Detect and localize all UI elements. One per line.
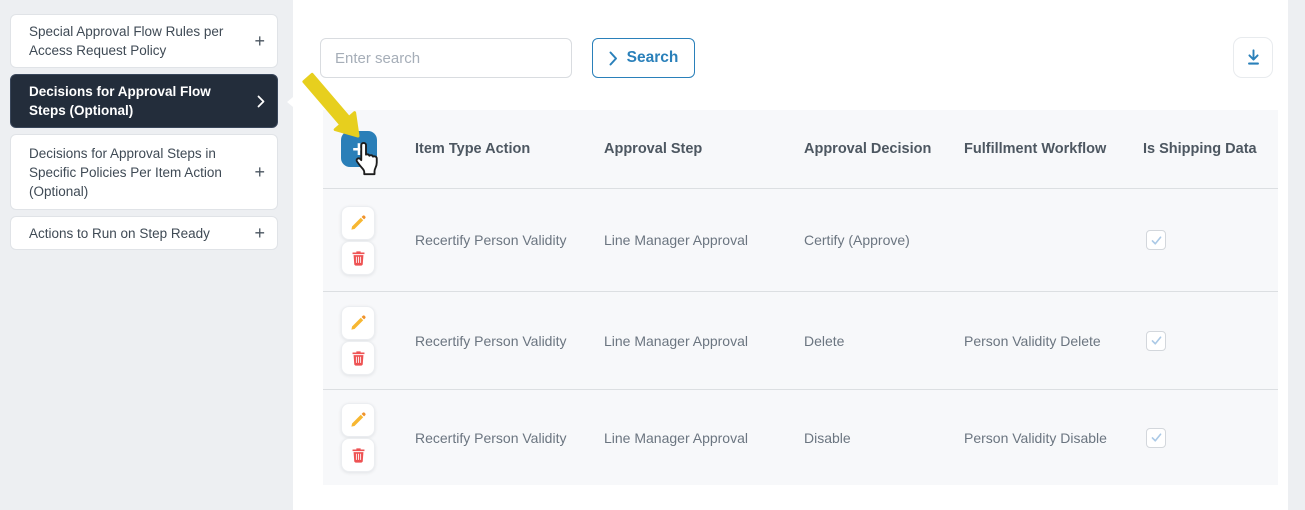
table-row: Recertify Person Validity Line Manager A… [323,189,1278,292]
table-row: Recertify Person Validity Line Manager A… [323,292,1278,390]
cell-fulfillment-workflow: Person Validity Delete [964,332,1101,349]
cell-approval-decision: Delete [804,332,845,349]
is-shipping-data-checkbox[interactable] [1146,230,1166,250]
download-icon [1244,48,1263,67]
trash-icon [350,446,367,464]
cell-approval-decision: Disable [804,429,851,446]
expand-plus-icon: + [254,30,265,51]
chevron-right-icon [257,95,265,108]
column-header-approval-step: Approval Step [604,141,703,157]
table-header-row: + Item Type Action Approval Step Approva… [323,110,1278,189]
edit-row-button[interactable] [341,306,375,340]
is-shipping-data-checkbox[interactable] [1146,330,1166,351]
cell-item-type-action: Recertify Person Validity [415,232,567,248]
search-button[interactable]: Search [592,38,695,78]
edit-row-button[interactable] [341,403,375,437]
expand-plus-icon: + [254,222,265,243]
search-input[interactable] [320,38,572,78]
edit-row-button[interactable] [341,205,375,240]
sidebar-item-label: Decisions for Approval Flow Steps (Optio… [29,84,211,118]
expand-plus-icon: + [254,161,265,182]
selected-item-callout-pointer [287,87,305,117]
main-panel: Search + Item Type Action Approval Step … [293,0,1288,510]
sidebar-item-decisions-approval-steps-policies[interactable]: Decisions for Approval Steps in Specific… [10,134,278,210]
pencil-icon [349,411,367,429]
cell-item-type-action: Recertify Person Validity [415,429,567,446]
cell-approval-step: Line Manager Approval [604,332,748,349]
cell-approval-step: Line Manager Approval [604,232,748,248]
delete-row-button[interactable] [341,438,375,472]
trash-icon [350,349,367,367]
sidebar-item-label: Special Approval Flow Rules per Access R… [29,24,224,58]
check-icon [1150,431,1163,444]
column-header-fulfillment-workflow: Fulfillment Workflow [964,141,1107,157]
column-header-is-shipping-data: Is Shipping Data [1143,141,1257,157]
sidebar: Special Approval Flow Rules per Access R… [0,0,287,510]
is-shipping-data-checkbox[interactable] [1146,427,1166,448]
add-row-button[interactable]: + [341,131,377,167]
sidebar-item-label: Decisions for Approval Steps in Specific… [29,145,222,199]
pencil-icon [349,214,367,232]
sidebar-item-special-approval-flow-rules[interactable]: Special Approval Flow Rules per Access R… [10,14,278,68]
delete-row-button[interactable] [341,341,375,375]
cell-fulfillment-workflow: Person Validity Disable [964,429,1107,446]
sidebar-item-actions-step-ready[interactable]: Actions to Run on Step Ready + [10,216,278,250]
cell-approval-decision: Certify (Approve) [804,232,910,248]
plus-icon: + [352,136,366,162]
check-icon [1150,334,1163,347]
table-row: Recertify Person Validity Line Manager A… [323,390,1278,485]
delete-row-button[interactable] [341,240,375,275]
column-header-approval-decision: Approval Decision [804,141,932,157]
search-button-label: Search [626,49,679,66]
chevron-right-icon [609,51,618,66]
pencil-icon [349,314,367,332]
trash-icon [350,249,367,267]
download-button[interactable] [1233,37,1273,78]
decisions-table: + Item Type Action Approval Step Approva… [323,110,1278,485]
cell-item-type-action: Recertify Person Validity [415,332,567,349]
column-header-item-type-action: Item Type Action [415,141,531,157]
sidebar-item-decisions-approval-flow-steps[interactable]: Decisions for Approval Flow Steps (Optio… [10,74,278,128]
sidebar-item-label: Actions to Run on Step Ready [29,225,210,241]
cell-approval-step: Line Manager Approval [604,429,748,446]
check-icon [1150,234,1163,247]
